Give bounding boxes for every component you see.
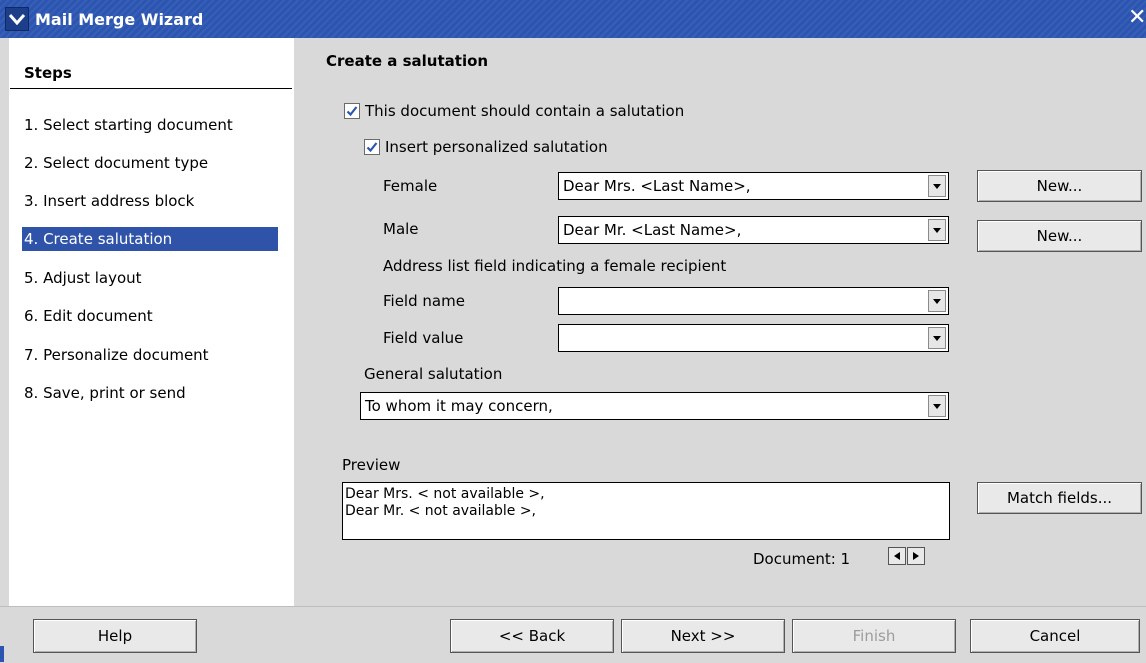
step-3[interactable]: 3. Insert address block (22, 189, 194, 213)
step-5[interactable]: 5. Adjust layout (22, 266, 142, 290)
footer-bar: Help << Back Next >> Finish Cancel (0, 606, 1146, 663)
preview-label: Preview (342, 456, 401, 474)
help-button[interactable]: Help (33, 619, 197, 653)
checkmark-icon (346, 106, 358, 117)
female-new-button[interactable]: New... (977, 170, 1142, 202)
female-value: Dear Mrs. <Last Name>, (563, 177, 751, 195)
personalized-row[interactable]: Insert personalized salutation (364, 138, 608, 156)
window-title: Mail Merge Wizard (35, 9, 204, 29)
step-6[interactable]: 6. Edit document (22, 304, 153, 328)
male-value: Dear Mr. <Last Name>, (563, 221, 742, 239)
checkmark-icon (366, 142, 378, 153)
chevron-down-icon[interactable] (928, 327, 946, 349)
field-name-label: Field name (383, 292, 465, 310)
next-document-button[interactable] (907, 547, 925, 565)
steps-title: Steps (24, 64, 72, 82)
field-name-combo[interactable] (558, 287, 949, 315)
steps-divider (10, 88, 292, 89)
step-2[interactable]: 2. Select document type (22, 151, 208, 175)
match-fields-button[interactable]: Match fields... (977, 482, 1142, 514)
chevron-down-icon[interactable] (928, 219, 946, 241)
title-bar: Mail Merge Wizard ✕ (0, 0, 1146, 38)
field-value-label: Field value (383, 329, 464, 347)
chevron-down-icon[interactable] (928, 175, 946, 197)
male-label: Male (383, 220, 419, 238)
general-salutation-value: To whom it may concern, (365, 397, 553, 415)
document-counter: Document: 1 (753, 550, 851, 568)
preview-line-1: Dear Mrs. < not available >, (345, 486, 545, 502)
preview-box: Dear Mrs. < not available >, Dear Mr. < … (342, 482, 950, 540)
step-4-active[interactable]: 4. Create salutation (22, 227, 278, 251)
contain-salutation-row[interactable]: This document should contain a salutatio… (344, 102, 684, 120)
window-edge-marker (0, 646, 4, 662)
step-7[interactable]: 7. Personalize document (22, 343, 209, 367)
triangle-left-icon (894, 552, 900, 560)
general-salutation-label: General salutation (364, 365, 503, 383)
step-1[interactable]: 1. Select starting document (22, 113, 233, 137)
female-combo[interactable]: Dear Mrs. <Last Name>, (558, 172, 949, 200)
close-icon[interactable]: ✕ (1128, 6, 1146, 30)
chevron-down-icon[interactable] (5, 7, 29, 31)
chevron-down-icon[interactable] (928, 395, 946, 417)
page-title: Create a salutation (326, 52, 489, 70)
contain-salutation-label: This document should contain a salutatio… (365, 102, 685, 120)
triangle-right-icon (913, 552, 919, 560)
address-field-caption: Address list field indicating a female r… (383, 257, 727, 275)
general-salutation-combo[interactable]: To whom it may concern, (360, 392, 949, 420)
main-panel: Create a salutation This document should… (294, 38, 1146, 606)
back-button[interactable]: << Back (450, 619, 614, 653)
steps-sidebar: Steps 1. Select starting document 2. Sel… (0, 38, 294, 606)
cancel-button[interactable]: Cancel (970, 619, 1140, 653)
preview-line-2: Dear Mr. < not available >, (345, 503, 537, 519)
contain-salutation-checkbox[interactable] (344, 103, 360, 119)
chevron-down-icon[interactable] (928, 290, 946, 312)
male-new-button[interactable]: New... (977, 220, 1142, 252)
personalized-checkbox[interactable] (364, 139, 380, 155)
personalized-label: Insert personalized salutation (385, 138, 608, 156)
next-button[interactable]: Next >> (621, 619, 785, 653)
male-combo[interactable]: Dear Mr. <Last Name>, (558, 216, 949, 244)
field-value-combo[interactable] (558, 324, 949, 352)
previous-document-button[interactable] (888, 547, 906, 565)
step-8[interactable]: 8. Save, print or send (22, 381, 186, 405)
left-border (0, 38, 9, 662)
finish-button: Finish (792, 619, 956, 653)
female-label: Female (383, 177, 438, 195)
